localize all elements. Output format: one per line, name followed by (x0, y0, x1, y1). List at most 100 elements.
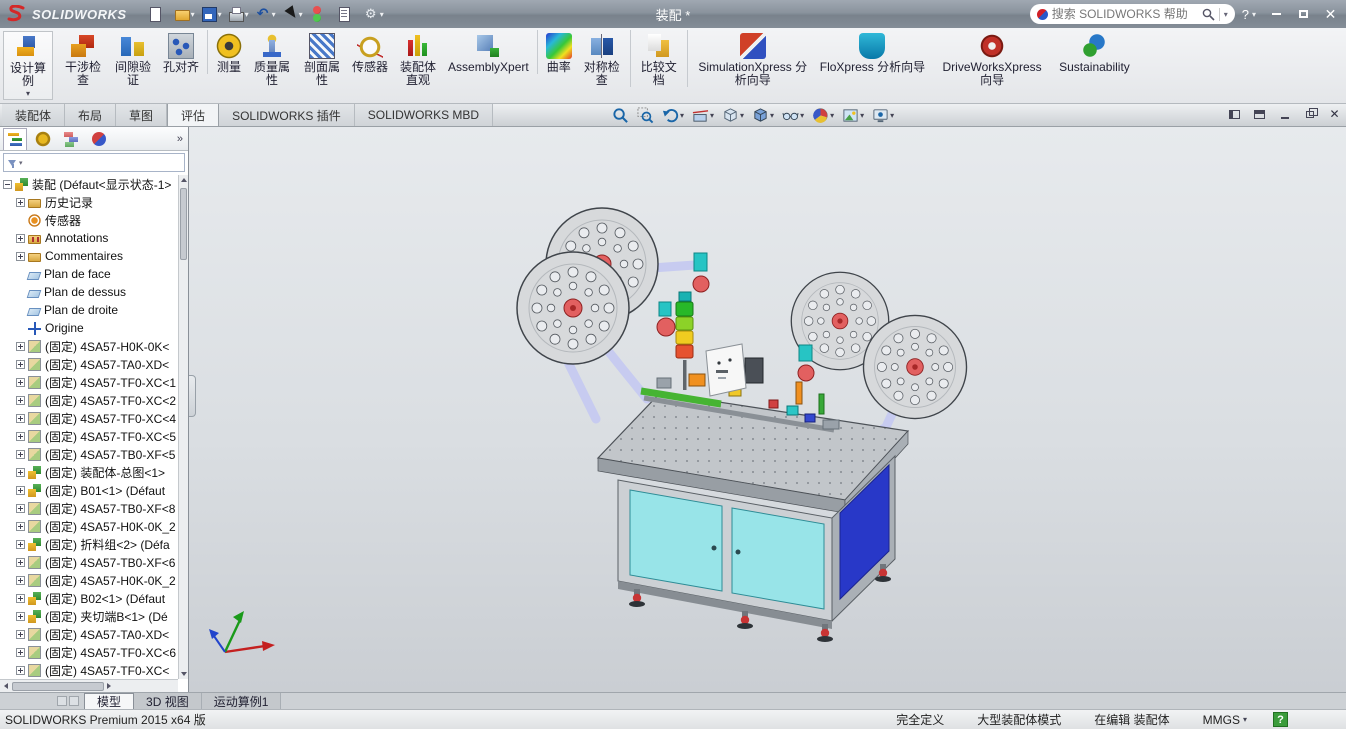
feature-tree-item[interactable]: (固定) 4SA57-H0K-0K_2 (0, 517, 178, 535)
tree-expander[interactable] (16, 198, 25, 207)
document-tab[interactable]: 模型 (84, 693, 134, 709)
feature-tree-item[interactable]: 历史记录 (0, 193, 178, 211)
search-icon[interactable] (1202, 8, 1215, 21)
tree-expander[interactable] (16, 594, 25, 603)
more-tabs-button[interactable]: » (177, 133, 185, 145)
document-close-button[interactable]: ✕ (1327, 107, 1342, 121)
quick-toolbar-button[interactable]: ▾ (307, 5, 332, 23)
feature-manager-tab[interactable] (3, 128, 27, 150)
feature-tree-item[interactable]: (固定) 4SA57-TF0-XC<2 (0, 391, 178, 409)
ribbon-button[interactable]: 装配体直观 (393, 30, 443, 87)
tree-expander[interactable] (16, 468, 25, 477)
feature-tree-item[interactable]: Plan de dessus (0, 283, 178, 301)
search-options-chevron-icon[interactable]: ▾ (1224, 10, 1228, 19)
panel-collapse-handle[interactable] (189, 375, 196, 417)
ribbon-button[interactable]: 比较文档 (634, 30, 688, 87)
feature-tree-item[interactable]: Commentaires (0, 247, 178, 265)
document-minimize-button[interactable] (1277, 107, 1292, 121)
feature-tree-item[interactable]: (固定) 4SA57-TF0-XC<6 (0, 643, 178, 661)
close-button[interactable]: ✕ (1317, 3, 1344, 25)
quick-toolbar-button[interactable]: ▾ (280, 5, 305, 23)
feature-tree-item[interactable]: (固定) 折料组<2> (Défa (0, 535, 178, 553)
minimize-button[interactable] (1263, 3, 1290, 25)
tree-expander[interactable] (16, 414, 25, 423)
feature-tree-item[interactable]: Plan de face (0, 265, 178, 283)
tree-expander[interactable] (16, 342, 25, 351)
edit-appearance-button[interactable]: ▾ (812, 107, 834, 124)
tree-expander[interactable] (16, 504, 25, 513)
status-item[interactable]: 在编辑 装配体 ▾ (1094, 711, 1176, 728)
feature-tree-item[interactable]: (固定) B02<1> (Défaut (0, 589, 178, 607)
command-tab[interactable]: 布局 (65, 104, 116, 126)
feature-tree-item[interactable]: 装配 (Défaut<显示状态-1> (0, 175, 178, 193)
feature-tree-item[interactable]: (固定) 4SA57-TB0-XF<8 (0, 499, 178, 517)
feature-tree-item[interactable]: (固定) 4SA57-TA0-XD< (0, 625, 178, 643)
feature-tree-item[interactable]: (固定) 4SA57-H0K-0K_2 (0, 571, 178, 589)
feature-tree-item[interactable]: (固定) 4SA57-H0K-0K< (0, 337, 178, 355)
maximize-button[interactable] (1290, 3, 1317, 25)
feature-tree-item[interactable]: (固定) 4SA57-TF0-XC<4 (0, 409, 178, 427)
display-manager-tab[interactable] (87, 128, 111, 150)
tree-expander[interactable] (16, 630, 25, 639)
feature-tree-item[interactable]: (固定) 4SA57-TB0-XF<5 (0, 445, 178, 463)
feature-tree-item[interactable]: (固定) 4SA57-TF0-XC<1 (0, 373, 178, 391)
quick-toolbar-button[interactable]: ▾ (199, 5, 224, 23)
scroll-down-arrow[interactable] (180, 670, 188, 678)
scrollbar-thumb[interactable] (180, 188, 187, 260)
ribbon-button[interactable]: FloXpress 分析向导 (815, 30, 930, 74)
quick-toolbar-button[interactable]: ▾ (145, 5, 170, 23)
ribbon-button[interactable]: AssemblyXpert (443, 30, 538, 74)
quick-toolbar-button[interactable]: ⚙ ▾ (361, 5, 386, 23)
ribbon-button[interactable]: 剖面属性 (297, 30, 347, 87)
cabinet-door-left[interactable] (630, 490, 722, 591)
view-orientation-button[interactable]: ▾ (722, 107, 744, 124)
status-item[interactable]: 完全定义 ▾ (896, 711, 951, 728)
ribbon-button[interactable]: SimulationXpress 分析向导 (691, 30, 815, 87)
tree-vertical-scrollbar[interactable] (178, 175, 188, 679)
scroll-right-arrow[interactable] (104, 682, 115, 691)
command-tab[interactable]: SOLIDWORKS 插件 (219, 104, 355, 126)
tree-horizontal-scrollbar[interactable] (0, 679, 178, 692)
tree-expander[interactable] (16, 486, 25, 495)
tree-expander[interactable] (16, 252, 25, 261)
command-tab[interactable]: SOLIDWORKS MBD (355, 104, 493, 126)
quick-toolbar-button[interactable]: ▾ (334, 5, 359, 23)
status-item[interactable]: 大型装配体模式 ▾ (977, 711, 1068, 728)
quick-toolbar-button[interactable]: ▾ (172, 5, 197, 23)
command-tab[interactable]: 草图 (116, 104, 167, 126)
feature-tree-item[interactable]: (固定) B01<1> (Défaut (0, 481, 178, 499)
previous-view-button[interactable]: ▾ (662, 107, 684, 124)
tree-expander[interactable] (16, 450, 25, 459)
ribbon-button[interactable]: 测量 (211, 30, 247, 74)
feature-tree-item[interactable]: 传感器 (0, 211, 178, 229)
ribbon-button[interactable]: 对称检查 (577, 30, 631, 87)
feature-tree-item[interactable]: (固定) 4SA57-TB0-XF<6 (0, 553, 178, 571)
tree-expander[interactable] (16, 540, 25, 549)
search-box[interactable]: ▾ (1030, 4, 1235, 24)
scroll-left-arrow[interactable] (1, 682, 12, 691)
tree-expander[interactable] (16, 666, 25, 675)
quick-toolbar-button[interactable]: ↶ ▾ (253, 5, 278, 23)
tree-expander[interactable] (16, 576, 25, 585)
quick-toolbar-button[interactable]: ▾ (226, 5, 251, 23)
tree-expander[interactable] (16, 360, 25, 369)
tree-expander[interactable] (16, 378, 25, 387)
tab-scroll-buttons[interactable] (52, 693, 84, 709)
design-study-button[interactable]: 设计算例 ▾ (3, 31, 53, 100)
graphics-area[interactable] (189, 127, 1346, 692)
ribbon-button[interactable]: 曲率 (541, 30, 577, 74)
machine-table[interactable] (598, 393, 908, 642)
assembly-model-view[interactable] (189, 127, 1346, 692)
ribbon-button[interactable]: 质量属性 (247, 30, 297, 87)
section-view-button[interactable]: ▾ (692, 107, 714, 124)
ribbon-button[interactable]: 干涉检查 (58, 30, 108, 87)
tree-expander[interactable] (16, 396, 25, 405)
ribbon-button[interactable]: DriveWorksXpress 向导 (930, 30, 1054, 87)
zoom-fit-button[interactable] (612, 107, 629, 124)
status-item[interactable]: MMGS ▾ (1203, 713, 1247, 727)
feature-tree-item[interactable]: (固定) 4SA57-TF0-XC<5 (0, 427, 178, 445)
display-style-button[interactable]: ▾ (752, 107, 774, 124)
scroll-up-arrow[interactable] (180, 176, 188, 184)
zoom-area-button[interactable] (637, 107, 654, 124)
tab-scroll-right-icon[interactable] (69, 696, 79, 706)
